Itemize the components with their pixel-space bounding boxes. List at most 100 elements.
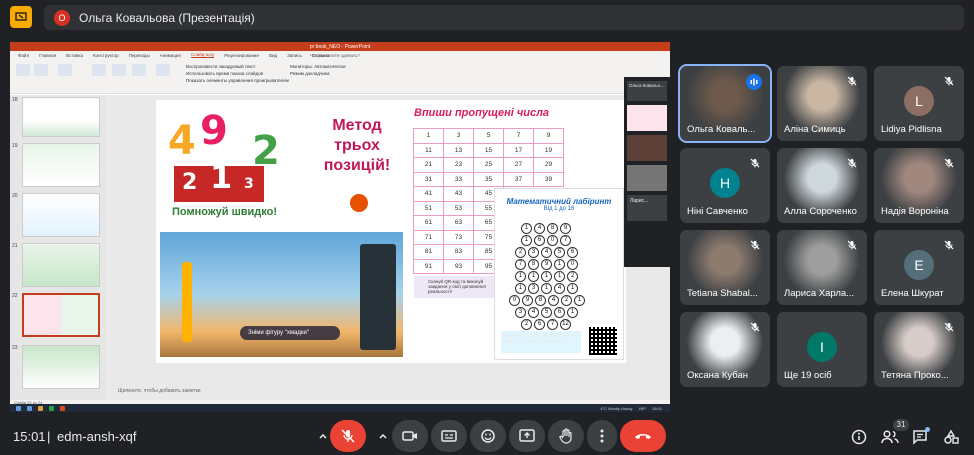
participant-tile[interactable]: І Ще 19 осіб bbox=[777, 312, 867, 387]
raise-hand-button[interactable] bbox=[548, 420, 584, 452]
participant-tile[interactable]: Аліна Симиць bbox=[777, 66, 867, 141]
participant-tile[interactable]: Оксана Кубан bbox=[680, 312, 770, 387]
ppt-tab[interactable]: Слайд-шоу bbox=[190, 52, 215, 58]
taskbar-icon[interactable] bbox=[27, 405, 32, 411]
activities-button[interactable] bbox=[938, 424, 964, 450]
ppt-tab[interactable]: Конструктор bbox=[93, 53, 119, 58]
maze-node: 9 bbox=[541, 259, 552, 270]
monitor-select[interactable]: Автоматически bbox=[314, 64, 345, 69]
mic-off-button[interactable] bbox=[330, 420, 366, 452]
slide-thumb[interactable] bbox=[22, 97, 100, 137]
participant-tile[interactable]: Тетяна Проко... bbox=[874, 312, 964, 387]
mic-muted-icon bbox=[748, 156, 762, 170]
slide-thumb[interactable] bbox=[22, 345, 100, 389]
mic-muted-icon bbox=[748, 320, 762, 334]
ppt-tab[interactable]: Файл bbox=[18, 53, 29, 58]
grid-cell: 3 bbox=[443, 128, 474, 144]
hangup-icon bbox=[635, 434, 651, 439]
mini-tile bbox=[627, 135, 667, 161]
ppt-tab[interactable]: Вставка bbox=[66, 53, 83, 58]
grid-row: 21 23 25 27 29 bbox=[413, 157, 564, 173]
thumb-number: 19 bbox=[12, 143, 18, 149]
mini-tile bbox=[627, 105, 667, 131]
ribbon-check[interactable]: Показать элементы управления проигрывате… bbox=[186, 77, 289, 84]
grid-cell: 27 bbox=[503, 157, 534, 173]
chat-button[interactable] bbox=[907, 424, 933, 450]
ppt-tab[interactable]: Переходы bbox=[129, 53, 150, 58]
ribbon-check[interactable]: Использовать время показа слайдов bbox=[186, 70, 289, 77]
ribbon-button[interactable] bbox=[34, 64, 48, 76]
slide-thumb[interactable] bbox=[22, 143, 100, 187]
ribbon-button[interactable] bbox=[112, 64, 126, 76]
grid-cell: 15 bbox=[473, 142, 504, 158]
participant-avatar: E bbox=[904, 250, 934, 280]
ribbon-button[interactable] bbox=[92, 64, 106, 76]
ppt-tab[interactable]: Запись bbox=[287, 53, 302, 58]
taskbar-icon[interactable] bbox=[49, 405, 54, 411]
ribbon-button[interactable] bbox=[16, 64, 30, 76]
video-options-chevron[interactable] bbox=[372, 420, 394, 452]
taskbar-icon[interactable] bbox=[38, 405, 43, 411]
grid-cell: 21 bbox=[413, 157, 444, 173]
ppt-tab[interactable]: Рецензирование bbox=[224, 53, 259, 58]
presentation-icon[interactable] bbox=[10, 6, 32, 28]
maze-node: 3 bbox=[528, 247, 539, 258]
slide-thumb[interactable] bbox=[22, 193, 100, 237]
participant-tile[interactable]: Лариса Харла... bbox=[777, 230, 867, 305]
grid-cell: 7 bbox=[503, 128, 534, 144]
slide-thumb[interactable] bbox=[22, 243, 100, 287]
notes-placeholder[interactable]: Щелкните, чтобы добавить заметки bbox=[118, 388, 201, 394]
participant-tile[interactable]: Ольга Коваль... bbox=[678, 64, 772, 143]
game-video[interactable]: Зніми фігуру "хмадки" bbox=[160, 232, 403, 357]
leave-call-button[interactable] bbox=[620, 420, 666, 452]
taskbar-icon[interactable] bbox=[60, 405, 65, 411]
maze-node: 12 bbox=[560, 319, 571, 330]
grid-row: 31 33 35 37 39 bbox=[413, 171, 564, 187]
video-metod[interactable]: 4 9 2 2 1 3 Метод трьох позицій! Помножу… bbox=[160, 104, 403, 226]
participant-avatar: L bbox=[904, 86, 934, 116]
ribbon-check[interactable]: Воспроизвести закадровый текст bbox=[186, 63, 289, 70]
participants-count-badge: 31 bbox=[893, 419, 909, 431]
participant-tile[interactable]: Tetiana Shabal... bbox=[680, 230, 770, 305]
presenter-mode-check[interactable]: Режим докладчика bbox=[290, 70, 346, 77]
more-options-button[interactable] bbox=[587, 420, 617, 452]
ppt-tab[interactable]: Главная bbox=[39, 53, 56, 58]
slide-thumb-selected[interactable] bbox=[22, 293, 100, 337]
ppt-tab[interactable]: Анимация bbox=[160, 53, 181, 58]
taskbar-weather: 4°C Mostly cloudy bbox=[600, 405, 633, 411]
hand-icon bbox=[559, 428, 572, 444]
taskbar-time: 15:01 bbox=[651, 405, 662, 411]
maze-node: 1 bbox=[515, 271, 526, 282]
reactions-button[interactable] bbox=[470, 420, 506, 452]
meeting-info-button[interactable] bbox=[846, 424, 872, 450]
captions-button[interactable] bbox=[431, 420, 467, 452]
more-vert-icon bbox=[600, 429, 604, 443]
grid-cell: 1 bbox=[413, 128, 444, 144]
participant-name: Ще 19 осіб bbox=[784, 370, 832, 381]
ppt-tab[interactable]: Вид bbox=[269, 53, 277, 58]
grid-cell: 91 bbox=[413, 258, 444, 274]
windows-icon[interactable] bbox=[16, 405, 21, 411]
participant-tile[interactable]: H Ніні Савченко bbox=[680, 148, 770, 223]
ribbon-button[interactable] bbox=[58, 64, 72, 76]
totem-icon bbox=[182, 262, 192, 342]
ribbon-button[interactable] bbox=[156, 64, 170, 76]
maze-node: 1 bbox=[567, 283, 578, 294]
camera-icon bbox=[402, 431, 417, 441]
participant-tile[interactable]: E Елена Шкурат bbox=[874, 230, 964, 305]
participant-tile[interactable]: L Lidiya Pidlisna bbox=[874, 66, 964, 141]
maze-node: 9 bbox=[560, 223, 571, 234]
pomnozh-label: Помножуй швидко! bbox=[172, 206, 277, 218]
present-button[interactable] bbox=[509, 420, 545, 452]
participant-tile[interactable]: Алла Сороченко bbox=[777, 148, 867, 223]
ribbon-button[interactable] bbox=[132, 64, 146, 76]
participant-name: Оксана Кубан bbox=[687, 370, 748, 381]
windows-taskbar: 4°C Mostly cloudy УКР 15:01 bbox=[10, 404, 670, 412]
camera-button[interactable] bbox=[392, 420, 428, 452]
maze-node: 9 bbox=[522, 295, 533, 306]
mini-name: Ольга Ковальо... bbox=[627, 81, 667, 101]
participant-name: Лариса Харла... bbox=[784, 288, 855, 299]
participant-tile[interactable]: Надія Вороніна bbox=[874, 148, 964, 223]
shared-screen: pr book_NEO - PowerPoint Файл Главная Вста… bbox=[10, 42, 670, 412]
ppt-search[interactable]: Что вы хотите сделать? bbox=[310, 53, 360, 58]
